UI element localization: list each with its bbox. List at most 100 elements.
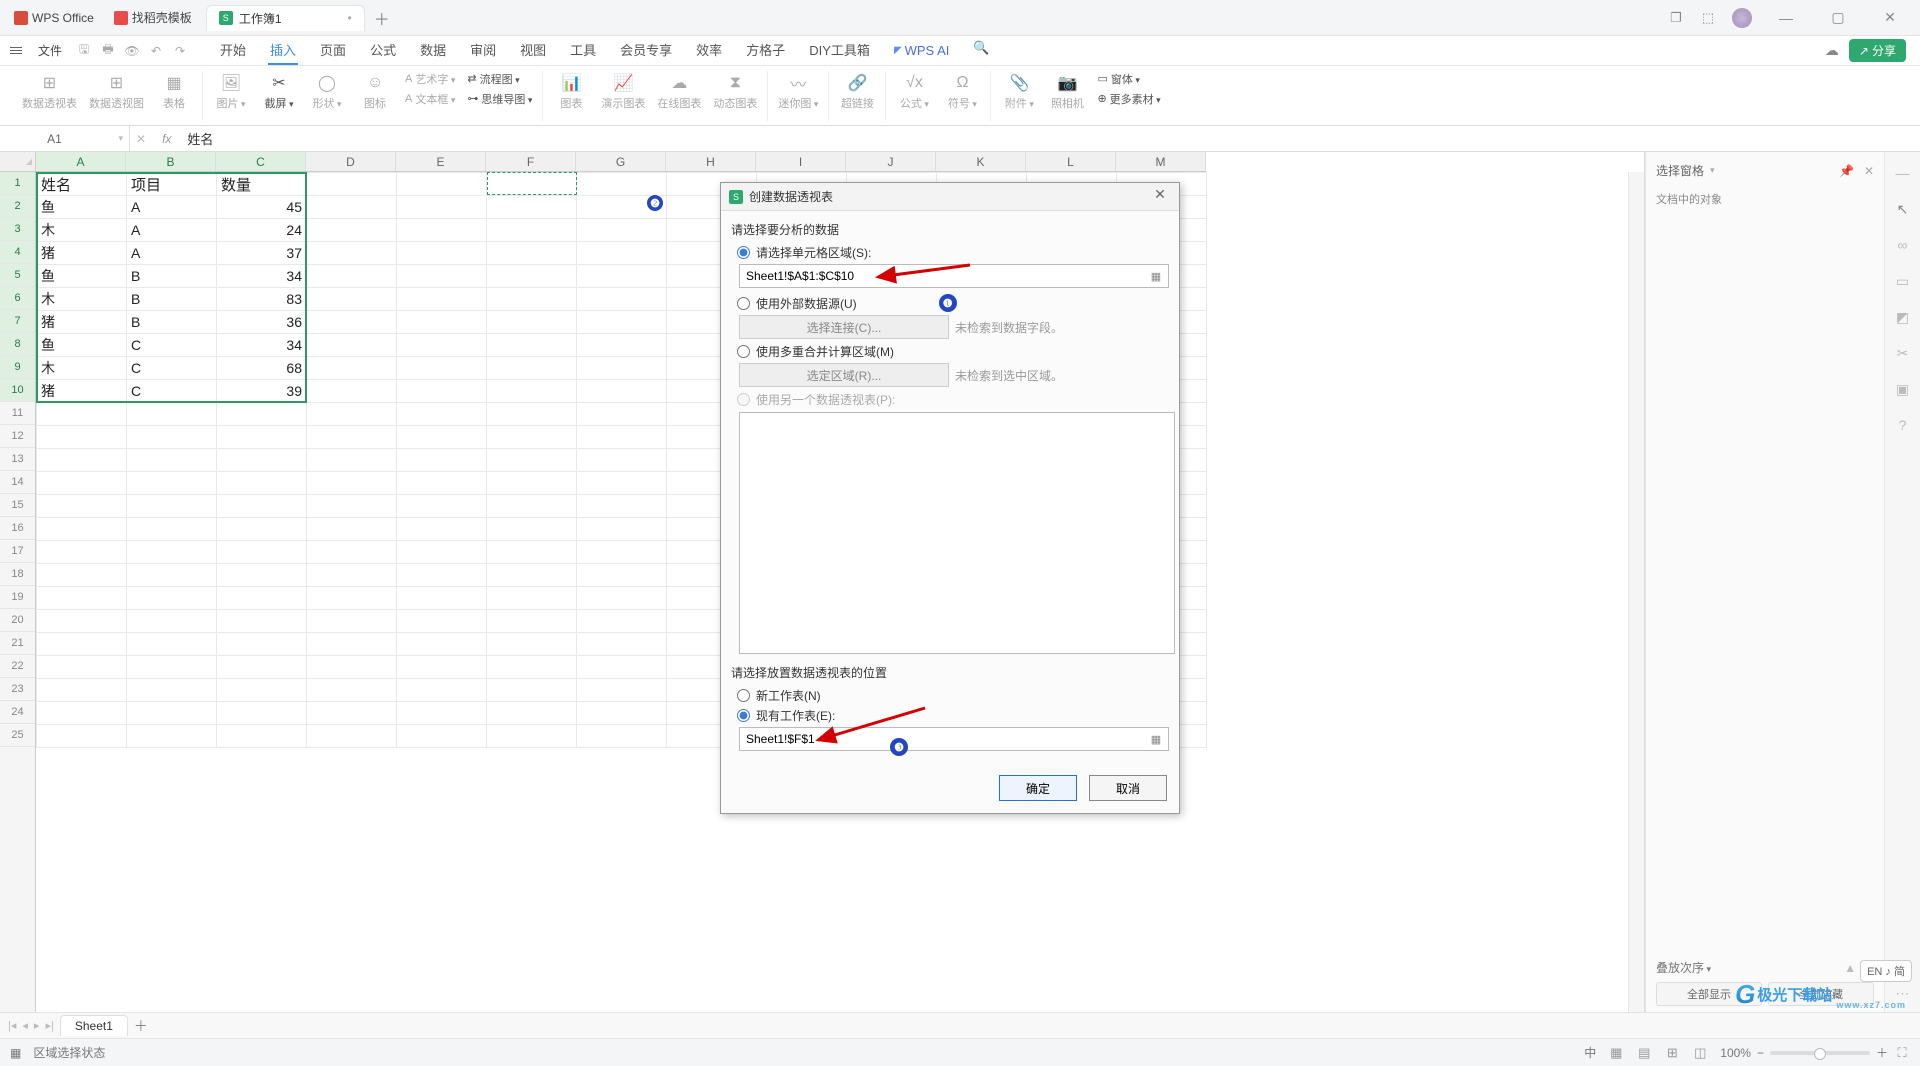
cell-C9[interactable]: 68 [217, 357, 307, 380]
cell-D1[interactable] [307, 173, 397, 196]
cell-G8[interactable] [577, 334, 667, 357]
cube-icon[interactable]: ⬚ [1700, 10, 1716, 26]
tab-templates[interactable]: 找稻壳模板 [104, 5, 202, 30]
col-header-J[interactable]: J [846, 152, 936, 171]
ribbon-tab-1[interactable]: 插入 [268, 36, 298, 65]
opt-new-sheet-radio[interactable] [737, 689, 750, 702]
cell-B2[interactable]: A [127, 196, 217, 219]
tools-pane-icon[interactable]: ✂ [1894, 344, 1912, 362]
cell-F1[interactable] [487, 173, 577, 196]
rbtn-textbox[interactable]: A文本框 [405, 91, 455, 107]
cloud-sync-icon[interactable]: ☁ [1825, 42, 1839, 59]
opt-cell-range[interactable]: 请选择单元格区域(S): [737, 244, 1169, 261]
cell-B10[interactable]: C [127, 380, 217, 403]
cell-E20[interactable] [397, 610, 487, 633]
avatar[interactable] [1732, 8, 1752, 28]
close-pane-icon[interactable]: ✕ [1864, 164, 1874, 178]
cell-A25[interactable] [37, 725, 127, 748]
cell-A18[interactable] [37, 564, 127, 587]
row-header-6[interactable]: 6 [0, 287, 35, 310]
cell-D15[interactable] [307, 495, 397, 518]
cell-F18[interactable] [487, 564, 577, 587]
cell-E3[interactable] [397, 219, 487, 242]
cell-G20[interactable] [577, 610, 667, 633]
col-header-E[interactable]: E [396, 152, 486, 171]
sheet-nav-next[interactable]: ▸ [34, 1019, 40, 1032]
opt-multi-radio[interactable] [737, 345, 750, 358]
ribbon-tab-3[interactable]: 公式 [368, 36, 398, 65]
ribbon-tab-2[interactable]: 页面 [318, 36, 348, 65]
cancel-icon[interactable]: ✕ [136, 132, 146, 146]
opt-new-sheet[interactable]: 新工作表(N) [737, 687, 1169, 704]
ribbon-tab-10[interactable]: 方格子 [744, 36, 787, 65]
cell-G1[interactable] [577, 173, 667, 196]
view-page-icon[interactable]: ▤ [1636, 1045, 1652, 1061]
cell-C11[interactable] [217, 403, 307, 426]
cell-G14[interactable] [577, 472, 667, 495]
file-menu[interactable]: 文件 [32, 42, 68, 59]
cell-C21[interactable] [217, 633, 307, 656]
cell-F7[interactable] [487, 311, 577, 334]
cell-G16[interactable] [577, 518, 667, 541]
cell-D23[interactable] [307, 679, 397, 702]
cell-D4[interactable] [307, 242, 397, 265]
row-header-25[interactable]: 25 [0, 724, 35, 747]
multiwindow-icon[interactable]: ❐ [1668, 10, 1684, 26]
cell-A14[interactable] [37, 472, 127, 495]
cell-G11[interactable] [577, 403, 667, 426]
cell-C1[interactable]: 数量 [217, 173, 307, 196]
cell-G5[interactable] [577, 265, 667, 288]
cell-F23[interactable] [487, 679, 577, 702]
rbtn-demo-chart[interactable]: 📈演示图表 [601, 71, 645, 111]
ribbon-tab-0[interactable]: 开始 [218, 36, 248, 65]
tab-home[interactable]: WPS Office [4, 7, 104, 29]
cell-E5[interactable] [397, 265, 487, 288]
cell-G4[interactable] [577, 242, 667, 265]
cell-D20[interactable] [307, 610, 397, 633]
cell-C23[interactable] [217, 679, 307, 702]
cell-A11[interactable] [37, 403, 127, 426]
cell-B21[interactable] [127, 633, 217, 656]
cell-E13[interactable] [397, 449, 487, 472]
row-header-18[interactable]: 18 [0, 563, 35, 586]
sheet-nav-prev[interactable]: ◂ [22, 1019, 28, 1032]
cell-C3[interactable]: 24 [217, 219, 307, 242]
cell-C18[interactable] [217, 564, 307, 587]
share-button[interactable]: ↗ 分享 [1849, 39, 1906, 62]
opt-external[interactable]: 使用外部数据源(U) ❶ [737, 294, 1169, 312]
cell-A5[interactable]: 鱼 [37, 265, 127, 288]
range-picker-icon[interactable]: ▦ [1148, 268, 1164, 284]
cell-C2[interactable]: 45 [217, 196, 307, 219]
row-header-23[interactable]: 23 [0, 678, 35, 701]
rbtn-shape[interactable]: ◯形状 [309, 71, 345, 111]
cell-F3[interactable] [487, 219, 577, 242]
cell-C16[interactable] [217, 518, 307, 541]
cell-A4[interactable]: 猪 [37, 242, 127, 265]
row-header-8[interactable]: 8 [0, 333, 35, 356]
cell-G24[interactable] [577, 702, 667, 725]
range-input-wrap[interactable]: ▦ [739, 264, 1169, 288]
row-header-21[interactable]: 21 [0, 632, 35, 655]
cell-D22[interactable] [307, 656, 397, 679]
cell-C15[interactable] [217, 495, 307, 518]
row-header-9[interactable]: 9 [0, 356, 35, 379]
cell-A19[interactable] [37, 587, 127, 610]
cell-A7[interactable]: 猪 [37, 311, 127, 334]
cell-G22[interactable] [577, 656, 667, 679]
cell-G9[interactable] [577, 357, 667, 380]
cell-F24[interactable] [487, 702, 577, 725]
cell-B19[interactable] [127, 587, 217, 610]
cell-D12[interactable] [307, 426, 397, 449]
pivot-list-box[interactable] [739, 412, 1175, 654]
cell-G12[interactable] [577, 426, 667, 449]
cell-E1[interactable] [397, 173, 487, 196]
ribbon-tab-9[interactable]: 效率 [694, 36, 724, 65]
cell-A12[interactable] [37, 426, 127, 449]
cell-B11[interactable] [127, 403, 217, 426]
zoom-out-icon[interactable]: − [1757, 1046, 1764, 1060]
style-pane-icon[interactable]: ∞ [1894, 236, 1912, 254]
cell-B17[interactable] [127, 541, 217, 564]
select-all-corner[interactable] [0, 152, 36, 172]
cell-B8[interactable]: C [127, 334, 217, 357]
cell-D5[interactable] [307, 265, 397, 288]
